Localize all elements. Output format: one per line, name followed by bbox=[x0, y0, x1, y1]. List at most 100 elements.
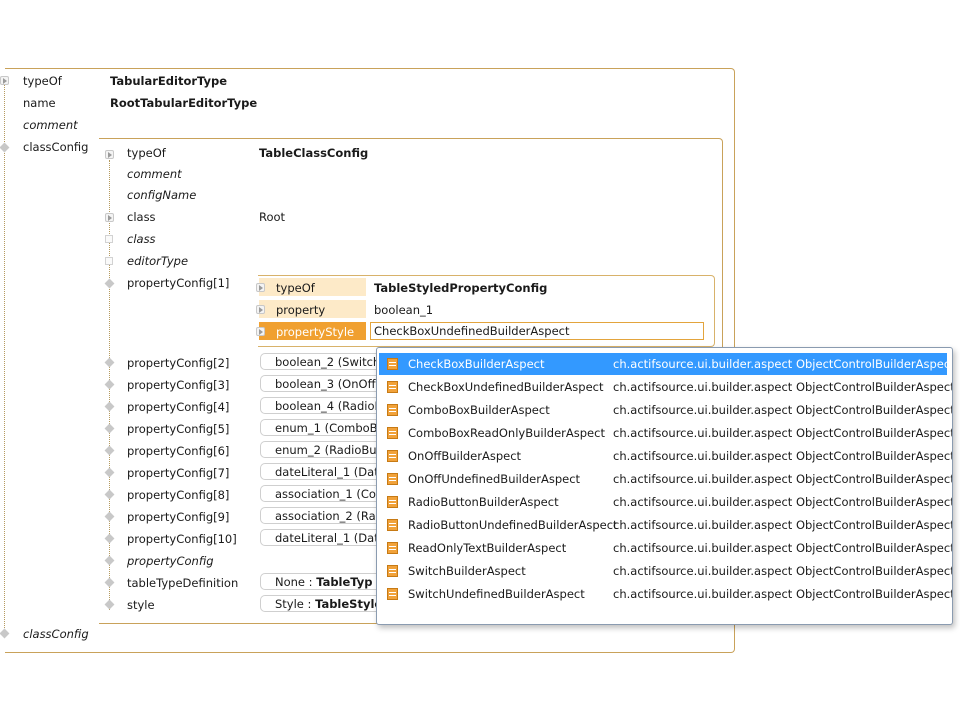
style-type: TableStyle bbox=[315, 597, 378, 611]
propertyconfig-4-value[interactable]: boolean_4 (RadioB bbox=[260, 397, 378, 414]
popup-item[interactable]: RadioButtonUndefinedBuilderAspect ch.act… bbox=[379, 514, 952, 536]
classconfig-configname-label: configName bbox=[127, 188, 197, 202]
builder-aspect-icon bbox=[387, 358, 398, 370]
root-tree-line bbox=[4, 80, 5, 632]
root-classconfig-label: classConfig bbox=[23, 140, 89, 154]
propertyconfig-8-label: propertyConfig[8] bbox=[127, 488, 230, 502]
popup-item-name: ReadOnlyTextBuilderAspect bbox=[408, 541, 567, 555]
propertyconfig-10-value[interactable]: dateLiteral_1 (Dat bbox=[260, 529, 378, 546]
style-value[interactable]: Style : TableStyle bbox=[260, 595, 378, 612]
propertyconfig-1-label: propertyConfig[1] bbox=[127, 276, 230, 290]
propertyconfig-8-value[interactable]: association_1 (Cor bbox=[260, 485, 378, 502]
propertyconfig-1-property-value[interactable]: boolean_1 bbox=[374, 302, 433, 318]
root-comment-label: comment bbox=[23, 118, 78, 132]
propertyconfig-1-propertystyle-expand-icon[interactable] bbox=[256, 327, 265, 336]
builder-aspect-icon bbox=[387, 381, 398, 393]
propertyconfig-1-typeof-value[interactable]: TableStyledPropertyConfig bbox=[374, 280, 547, 296]
propertyconfig-1-property-label: property bbox=[276, 303, 326, 317]
classconfig-editortype-empty-icon[interactable] bbox=[105, 257, 113, 265]
root-classconfig-footer-label: classConfig bbox=[23, 627, 89, 641]
root-typeof-expand-icon[interactable] bbox=[0, 76, 9, 85]
propertyconfig-2-label: propertyConfig[2] bbox=[127, 356, 230, 370]
propertyconfig-5-label: propertyConfig[5] bbox=[127, 422, 230, 436]
tabletypedefinition-value[interactable]: None : TableTyp bbox=[260, 573, 378, 590]
popup-item[interactable]: CheckBoxUndefinedBuilderAspect ch.actifs… bbox=[379, 376, 952, 398]
popup-item-name: RadioButtonUndefinedBuilderAspect bbox=[408, 518, 618, 532]
content-assist-popup[interactable]: CheckBoxBuilderAspect ch.actifsource.ui.… bbox=[376, 347, 953, 625]
popup-item-package: ch.actifsource.ui.builder.aspect ObjectC… bbox=[613, 449, 953, 463]
classconfig-typeof-label: typeOf bbox=[127, 146, 166, 160]
popup-item-name: ComboBoxBuilderAspect bbox=[408, 403, 550, 417]
builder-aspect-icon bbox=[387, 404, 398, 416]
classconfig-class-label: class bbox=[127, 210, 156, 224]
propertyconfig-add-label: propertyConfig bbox=[127, 554, 214, 568]
popup-item-name: CheckBoxBuilderAspect bbox=[408, 357, 545, 371]
style-label: style bbox=[127, 598, 155, 612]
root-typeof-value[interactable]: TabularEditorType bbox=[110, 73, 227, 89]
builder-aspect-icon bbox=[387, 565, 398, 577]
propertyconfig-6-value[interactable]: enum_2 (RadioBut bbox=[260, 441, 378, 458]
popup-item-name: ComboBoxReadOnlyBuilderAspect bbox=[408, 426, 605, 440]
classconfig-class-expand-icon[interactable] bbox=[105, 213, 114, 222]
builder-aspect-icon bbox=[387, 427, 398, 439]
builder-aspect-icon bbox=[387, 496, 398, 508]
propertyconfig-4-label: propertyConfig[4] bbox=[127, 400, 230, 414]
propertyconfig-3-label: propertyConfig[3] bbox=[127, 378, 230, 392]
propertyconfig-1-typeof-expand-icon[interactable] bbox=[256, 283, 265, 292]
popup-item-package: ch.actifsource.ui.builder.aspect ObjectC… bbox=[613, 403, 953, 417]
propertyconfig-3-value[interactable]: boolean_3 (OnOff bbox=[260, 375, 378, 392]
propertyconfig-5-value[interactable]: enum_1 (ComboB bbox=[260, 419, 378, 436]
tabletypedefinition-label: tableTypeDefinition bbox=[127, 576, 239, 590]
classconfig-class-value[interactable]: Root bbox=[259, 209, 285, 225]
popup-item-package: ch.actifsource.ui.builder.aspect ObjectC… bbox=[613, 518, 953, 532]
popup-item[interactable]: ReadOnlyTextBuilderAspect ch.actifsource… bbox=[379, 537, 952, 559]
popup-item-name: SwitchBuilderAspect bbox=[408, 564, 526, 578]
propertyconfig-9-label: propertyConfig[9] bbox=[127, 510, 230, 524]
popup-item[interactable]: SwitchBuilderAspect ch.actifsource.ui.bu… bbox=[379, 560, 952, 582]
propertyconfig-1-propertystyle-label: propertyStyle bbox=[276, 325, 355, 339]
builder-aspect-icon bbox=[387, 473, 398, 485]
popup-item-package: ch.actifsource.ui.builder.aspect ObjectC… bbox=[613, 357, 953, 371]
propertyconfig-1-property-expand-icon[interactable] bbox=[256, 305, 265, 314]
root-name-label: name bbox=[23, 96, 56, 110]
builder-aspect-icon bbox=[387, 450, 398, 462]
builder-aspect-icon bbox=[387, 542, 398, 554]
classconfig-class2-empty-icon[interactable] bbox=[105, 235, 113, 243]
propertystyle-input-text: CheckBoxUndefinedBuilderAspect bbox=[374, 324, 570, 338]
classconfig-comment-label: comment bbox=[127, 167, 182, 181]
popup-item-package: ch.actifsource.ui.builder.aspect ObjectC… bbox=[613, 564, 953, 578]
popup-item-package: ch.actifsource.ui.builder.aspect ObjectC… bbox=[613, 541, 953, 555]
popup-item[interactable]: ComboBoxBuilderAspect ch.actifsource.ui.… bbox=[379, 399, 952, 421]
propertyconfig-6-label: propertyConfig[6] bbox=[127, 444, 230, 458]
popup-item-name: CheckBoxUndefinedBuilderAspect bbox=[408, 380, 604, 394]
popup-item-name: SwitchUndefinedBuilderAspect bbox=[408, 587, 585, 601]
popup-item-name: RadioButtonBuilderAspect bbox=[408, 495, 559, 509]
propertyconfig-10-label: propertyConfig[10] bbox=[127, 532, 237, 546]
tabletypedefinition-type: TableTyp bbox=[316, 575, 373, 589]
propertyconfig-9-value[interactable]: association_2 (Rad bbox=[260, 507, 378, 524]
popup-item-name: OnOffUndefinedBuilderAspect bbox=[408, 472, 581, 486]
builder-aspect-icon bbox=[387, 588, 398, 600]
popup-item[interactable]: RadioButtonBuilderAspect ch.actifsource.… bbox=[379, 491, 952, 513]
popup-item-package: ch.actifsource.ui.builder.aspect ObjectC… bbox=[613, 380, 953, 394]
popup-item-name: OnOffBuilderAspect bbox=[408, 449, 522, 463]
root-typeof-label: typeOf bbox=[23, 74, 62, 88]
popup-item[interactable]: ComboBoxReadOnlyBuilderAspect ch.actifso… bbox=[379, 422, 952, 444]
root-name-value[interactable]: RootTabularEditorType bbox=[110, 95, 257, 111]
builder-aspect-icon bbox=[387, 519, 398, 531]
propertyconfig-1-typeof-label: typeOf bbox=[276, 281, 315, 295]
popup-item[interactable]: OnOffUndefinedBuilderAspect ch.actifsour… bbox=[379, 468, 952, 490]
propertyconfig-2-value[interactable]: boolean_2 (Switch bbox=[260, 353, 378, 370]
style-prefix: Style : bbox=[275, 597, 316, 611]
popup-item[interactable]: SwitchUndefinedBuilderAspect ch.actifsou… bbox=[379, 583, 952, 605]
tabletypedefinition-prefix: None : bbox=[275, 575, 317, 589]
popup-item-package: ch.actifsource.ui.builder.aspect ObjectC… bbox=[613, 426, 953, 440]
popup-item-package: ch.actifsource.ui.builder.aspect ObjectC… bbox=[613, 472, 953, 486]
popup-item[interactable]: CheckBoxBuilderAspect ch.actifsource.ui.… bbox=[379, 353, 952, 375]
popup-item[interactable]: OnOffBuilderAspect ch.actifsource.ui.bui… bbox=[379, 445, 952, 467]
propertystyle-input[interactable]: CheckBoxUndefinedBuilderAspect bbox=[370, 322, 704, 340]
popup-item-package: ch.actifsource.ui.builder.aspect ObjectC… bbox=[613, 495, 953, 509]
classconfig-typeof-value[interactable]: TableClassConfig bbox=[259, 145, 368, 161]
propertyconfig-7-value[interactable]: dateLiteral_1 (Date bbox=[260, 463, 378, 480]
classconfig-typeof-expand-icon[interactable] bbox=[105, 150, 114, 159]
